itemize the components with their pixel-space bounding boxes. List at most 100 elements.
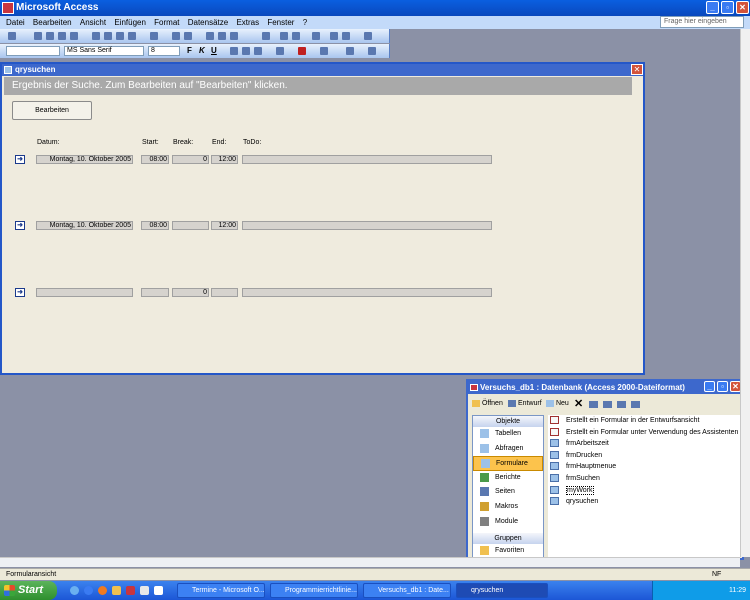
menu-einfuegen[interactable]: Einfügen: [114, 16, 146, 29]
end-field[interactable]: 12:00: [211, 155, 238, 164]
print-icon[interactable]: [46, 32, 54, 40]
clock[interactable]: 11:29: [729, 587, 746, 594]
db-minimize-button[interactable]: _: [704, 381, 715, 392]
list-item-form[interactable]: frmDrucken: [548, 450, 740, 462]
menu-datensaetze[interactable]: Datensätze: [188, 16, 228, 29]
todo-field[interactable]: [242, 155, 492, 164]
maximize-button[interactable]: ▫: [721, 1, 734, 14]
quicklaunch-outlook-icon[interactable]: [112, 586, 121, 595]
list-item-form[interactable]: frmSuchen: [548, 473, 740, 485]
new-object-icon[interactable]: [342, 32, 350, 40]
apply-filter-icon[interactable]: [230, 32, 238, 40]
object-combo[interactable]: [6, 46, 60, 56]
align-left-icon[interactable]: [230, 47, 238, 55]
start-field[interactable]: 08:00: [141, 155, 169, 164]
font-combo[interactable]: MS Sans Serif: [64, 46, 144, 56]
list-view-icon[interactable]: [617, 401, 626, 408]
save-icon[interactable]: [34, 32, 42, 40]
end-field[interactable]: 12:00: [211, 221, 238, 230]
menu-datei[interactable]: Datei: [6, 16, 25, 29]
todo-field[interactable]: [242, 221, 492, 230]
form-window-title-bar[interactable]: qrysuchen: [2, 64, 643, 76]
close-button[interactable]: ✕: [736, 1, 749, 14]
menu-help[interactable]: ?: [303, 16, 307, 29]
design-button[interactable]: Entwurf: [508, 395, 542, 413]
format-painter-icon[interactable]: [128, 32, 136, 40]
copy-icon[interactable]: [104, 32, 112, 40]
task-programmierrichtlinie[interactable]: Programmierrichtlinie...: [270, 583, 358, 598]
database-window-title-bar[interactable]: Versuchs_db1 : Datenbank (Access 2000-Da…: [468, 381, 742, 394]
quicklaunch-access-icon[interactable]: [126, 586, 135, 595]
cut-icon[interactable]: [92, 32, 100, 40]
align-center-icon[interactable]: [242, 47, 250, 55]
quicklaunch-ie-icon[interactable]: [84, 586, 93, 595]
break-field[interactable]: [172, 221, 209, 230]
task-versuchs-db1[interactable]: Versuchs_db1 : Date...: [363, 583, 451, 598]
underline-button[interactable]: U: [211, 46, 217, 55]
sidebar-item-module[interactable]: Module: [473, 515, 543, 530]
task-termine[interactable]: Termine - Microsoft O...: [177, 583, 265, 598]
menu-extras[interactable]: Extras: [236, 16, 259, 29]
sort-ascending-icon[interactable]: [172, 32, 180, 40]
large-icons-icon[interactable]: [589, 401, 598, 408]
sidebar-item-abfragen[interactable]: Abfragen: [473, 442, 543, 457]
details-view-icon[interactable]: [631, 401, 640, 408]
new-record-icon[interactable]: [280, 32, 288, 40]
break-field[interactable]: 0: [172, 155, 209, 164]
delete-icon[interactable]: ✕: [574, 395, 583, 413]
menu-ansicht[interactable]: Ansicht: [80, 16, 106, 29]
database-window-icon[interactable]: [330, 32, 338, 40]
bold-button[interactable]: F: [187, 46, 192, 55]
list-item-create-design[interactable]: Erstellt ein Formular in der Entwurfsans…: [548, 415, 740, 427]
objects-header[interactable]: Objekte: [473, 416, 543, 427]
access-app-icon[interactable]: [2, 2, 14, 14]
break-field[interactable]: 0: [172, 288, 209, 297]
quicklaunch-desktop-icon[interactable]: [70, 586, 79, 595]
preview-icon[interactable]: [58, 32, 66, 40]
db-maximize-button[interactable]: ▫: [717, 381, 728, 392]
menu-format[interactable]: Format: [154, 16, 179, 29]
horizontal-scrollbar[interactable]: [0, 557, 740, 567]
delete-record-icon[interactable]: [292, 32, 300, 40]
minimize-button[interactable]: _: [706, 1, 719, 14]
line-color-icon[interactable]: [320, 47, 328, 55]
groups-header[interactable]: Gruppen: [473, 533, 543, 545]
line-width-icon[interactable]: [346, 47, 354, 55]
datum-field[interactable]: [36, 288, 133, 297]
form-close-button[interactable]: ✕: [631, 64, 643, 75]
start-field[interactable]: 08:00: [141, 221, 169, 230]
sidebar-item-seiten[interactable]: Seiten: [473, 485, 543, 500]
vertical-scrollbar[interactable]: [740, 29, 750, 557]
edit-button[interactable]: Bearbeiten: [12, 101, 92, 120]
new-button[interactable]: Neu: [546, 395, 569, 413]
record-selector-3[interactable]: ➜: [15, 288, 25, 297]
record-selector-2[interactable]: ➜: [15, 221, 25, 230]
properties-icon[interactable]: [312, 32, 320, 40]
find-icon[interactable]: [262, 32, 270, 40]
todo-field[interactable]: [242, 288, 492, 297]
help-search-input[interactable]: Frage hier eingeben: [660, 16, 744, 28]
list-item-form[interactable]: qrysuchen: [548, 496, 740, 508]
datum-field[interactable]: Montag, 10. Oktober 2005: [36, 221, 133, 230]
sidebar-item-makros[interactable]: Makros: [473, 500, 543, 515]
start-field[interactable]: [141, 288, 169, 297]
end-field[interactable]: [211, 288, 238, 297]
view-icon[interactable]: [8, 32, 16, 40]
list-item-form[interactable]: myWork: [548, 485, 740, 497]
special-effect-icon[interactable]: [368, 47, 376, 55]
font-color-icon[interactable]: [298, 47, 306, 55]
quicklaunch-notepad-icon[interactable]: [154, 586, 163, 595]
open-button[interactable]: Öffnen: [472, 395, 503, 413]
quicklaunch-app-icon[interactable]: [140, 586, 149, 595]
sort-descending-icon[interactable]: [184, 32, 192, 40]
menu-fenster[interactable]: Fenster: [267, 16, 294, 29]
list-item-create-wizard[interactable]: Erstellt ein Formular unter Verwendung d…: [548, 427, 740, 439]
quicklaunch-firefox-icon[interactable]: [98, 586, 107, 595]
sidebar-item-formulare[interactable]: Formulare: [473, 456, 543, 471]
undo-icon[interactable]: [150, 32, 158, 40]
task-qrysuchen[interactable]: qrysuchen: [456, 583, 548, 598]
paste-icon[interactable]: [116, 32, 124, 40]
help-icon[interactable]: [364, 32, 372, 40]
filter-icon[interactable]: [206, 32, 214, 40]
italic-button[interactable]: K: [199, 46, 205, 55]
